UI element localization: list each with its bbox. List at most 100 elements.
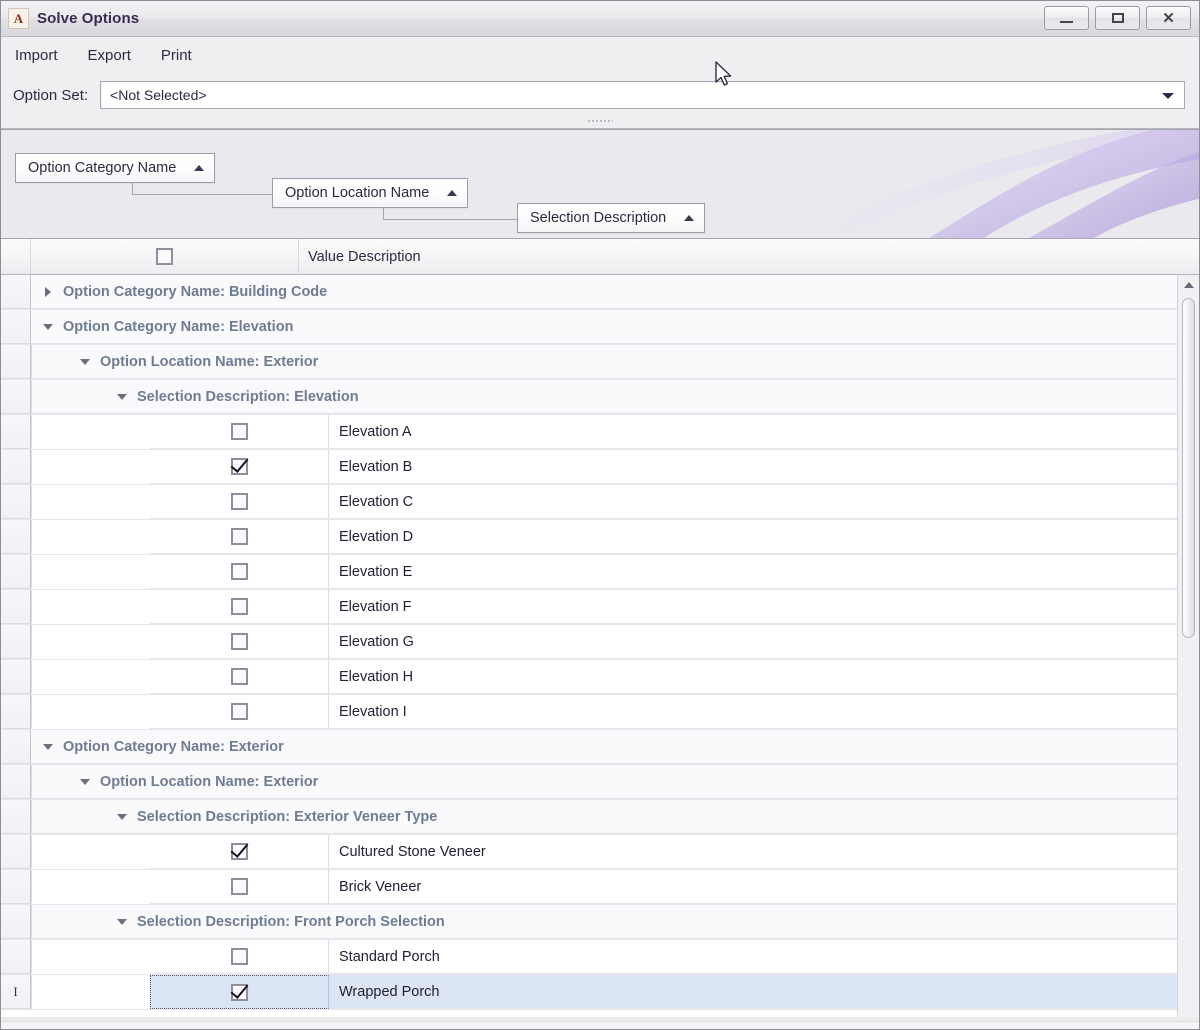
table-row[interactable]: Elevation C xyxy=(1,485,1199,520)
checkbox-unchecked-icon[interactable] xyxy=(231,563,248,580)
panel-splitter[interactable] xyxy=(1,116,1199,129)
value-description-cell[interactable]: Wrapped Porch xyxy=(329,975,1199,1009)
group-header-row[interactable]: Selection Description: Front Porch Selec… xyxy=(1,905,1199,940)
row-checkbox-cell[interactable] xyxy=(150,660,329,694)
row-checkbox-cell[interactable] xyxy=(150,940,329,974)
vertical-scrollbar[interactable] xyxy=(1177,275,1199,1017)
value-description-cell[interactable]: Standard Porch xyxy=(329,940,1199,974)
row-indicator-cell[interactable] xyxy=(1,730,31,764)
checkbox-unchecked-icon[interactable] xyxy=(231,598,248,615)
option-set-combobox[interactable]: <Not Selected> xyxy=(100,81,1185,109)
sort-ascending-icon[interactable] xyxy=(194,165,204,171)
group-header-body[interactable]: Selection Description: Exterior Veneer T… xyxy=(31,800,1199,834)
table-row[interactable]: Brick Veneer xyxy=(1,870,1199,905)
value-description-cell[interactable]: Brick Veneer xyxy=(329,870,1199,904)
row-indicator-cell[interactable] xyxy=(1,485,31,519)
group-chip-option-category-name[interactable]: Option Category Name xyxy=(15,153,215,183)
row-indicator-cell[interactable] xyxy=(1,450,31,484)
row-checkbox-cell[interactable] xyxy=(150,835,329,869)
group-header-body[interactable]: Option Category Name: Exterior xyxy=(31,730,1199,764)
minimize-button[interactable] xyxy=(1044,6,1089,30)
checkbox-unchecked-icon[interactable] xyxy=(231,528,248,545)
row-indicator-cell[interactable] xyxy=(1,625,31,659)
group-header-row[interactable]: Option Category Name: Exterior xyxy=(1,730,1199,765)
table-row[interactable]: Elevation B xyxy=(1,450,1199,485)
row-indicator-cell[interactable] xyxy=(1,660,31,694)
table-row[interactable]: Cultured Stone Veneer xyxy=(1,835,1199,870)
value-description-cell[interactable]: Elevation H xyxy=(329,660,1199,694)
table-row[interactable]: Elevation A xyxy=(1,415,1199,450)
collapse-triangle-icon[interactable] xyxy=(39,744,57,750)
value-description-cell[interactable]: Elevation B xyxy=(329,450,1199,484)
select-all-checkbox[interactable] xyxy=(156,248,173,265)
collapse-triangle-icon[interactable] xyxy=(113,919,131,925)
scroll-up-arrow-icon[interactable] xyxy=(1184,282,1194,288)
table-row[interactable]: Standard Porch xyxy=(1,940,1199,975)
menu-item-print[interactable]: Print xyxy=(159,45,194,66)
grid-header-select-all-cell[interactable] xyxy=(31,239,299,274)
group-header-body[interactable]: Option Location Name: Exterior xyxy=(31,345,1199,379)
grid-header-value-description-cell[interactable]: Value Description xyxy=(299,239,1199,274)
row-indicator-cell[interactable] xyxy=(1,520,31,554)
row-indicator-cell[interactable] xyxy=(1,275,31,309)
table-row[interactable]: Elevation E xyxy=(1,555,1199,590)
checkbox-unchecked-icon[interactable] xyxy=(231,703,248,720)
menu-item-export[interactable]: Export xyxy=(86,45,133,66)
row-indicator-cell[interactable] xyxy=(1,695,31,729)
checkbox-checked-icon[interactable] xyxy=(231,984,248,1001)
value-description-cell[interactable]: Elevation A xyxy=(329,415,1199,449)
group-header-body[interactable]: Selection Description: Elevation xyxy=(31,380,1199,414)
row-indicator-cell[interactable] xyxy=(1,870,31,904)
table-row[interactable]: Elevation D xyxy=(1,520,1199,555)
row-indicator-cell[interactable] xyxy=(1,590,31,624)
scrollbar-thumb[interactable] xyxy=(1182,298,1195,638)
row-checkbox-cell[interactable] xyxy=(150,870,329,904)
checkbox-unchecked-icon[interactable] xyxy=(231,668,248,685)
group-header-body[interactable]: Selection Description: Front Porch Selec… xyxy=(31,905,1199,939)
checkbox-unchecked-icon[interactable] xyxy=(231,878,248,895)
value-description-cell[interactable]: Elevation E xyxy=(329,555,1199,589)
row-checkbox-cell[interactable] xyxy=(150,415,329,449)
checkbox-unchecked-icon[interactable] xyxy=(231,633,248,650)
value-description-cell[interactable]: Elevation D xyxy=(329,520,1199,554)
row-indicator-cell[interactable] xyxy=(1,415,31,449)
table-row[interactable]: Elevation F xyxy=(1,590,1199,625)
group-chip-option-location-name[interactable]: Option Location Name xyxy=(272,178,468,208)
group-header-body[interactable]: Option Category Name: Building Code xyxy=(31,275,1199,309)
sort-ascending-icon[interactable] xyxy=(684,215,694,221)
group-header-row[interactable]: Option Category Name: Building Code xyxy=(1,275,1199,310)
group-header-body[interactable]: Option Location Name: Exterior xyxy=(31,765,1199,799)
row-indicator-cell[interactable]: I xyxy=(1,975,31,1009)
row-indicator-cell[interactable] xyxy=(1,940,31,974)
row-indicator-cell[interactable] xyxy=(1,555,31,589)
table-row[interactable]: Elevation H xyxy=(1,660,1199,695)
menu-item-import[interactable]: Import xyxy=(13,45,60,66)
value-description-cell[interactable]: Cultured Stone Veneer xyxy=(329,835,1199,869)
group-header-row[interactable]: Option Location Name: Exterior xyxy=(1,765,1199,800)
table-row[interactable]: Elevation G xyxy=(1,625,1199,660)
checkbox-checked-icon[interactable] xyxy=(231,458,248,475)
row-checkbox-cell[interactable] xyxy=(150,450,329,484)
table-row[interactable]: Elevation I xyxy=(1,695,1199,730)
sort-ascending-icon[interactable] xyxy=(447,190,457,196)
value-description-cell[interactable]: Elevation I xyxy=(329,695,1199,729)
group-header-row[interactable]: Selection Description: Elevation xyxy=(1,380,1199,415)
expand-triangle-icon[interactable] xyxy=(39,287,57,297)
collapse-triangle-icon[interactable] xyxy=(39,324,57,330)
close-button[interactable]: ✕ xyxy=(1146,6,1191,30)
value-description-cell[interactable]: Elevation F xyxy=(329,590,1199,624)
chevron-down-icon[interactable] xyxy=(1162,93,1174,99)
row-checkbox-cell[interactable] xyxy=(150,695,329,729)
row-checkbox-cell[interactable] xyxy=(150,555,329,589)
row-indicator-cell[interactable] xyxy=(1,310,31,344)
group-header-row[interactable]: Option Category Name: Elevation xyxy=(1,310,1199,345)
row-checkbox-cell[interactable] xyxy=(150,590,329,624)
collapse-triangle-icon[interactable] xyxy=(113,394,131,400)
row-indicator-cell[interactable] xyxy=(1,800,31,834)
row-indicator-cell[interactable] xyxy=(1,765,31,799)
checkbox-unchecked-icon[interactable] xyxy=(231,948,248,965)
group-chip-selection-description[interactable]: Selection Description xyxy=(517,203,705,233)
group-header-row[interactable]: Option Location Name: Exterior xyxy=(1,345,1199,380)
value-description-cell[interactable]: Elevation G xyxy=(329,625,1199,659)
collapse-triangle-icon[interactable] xyxy=(76,359,94,365)
